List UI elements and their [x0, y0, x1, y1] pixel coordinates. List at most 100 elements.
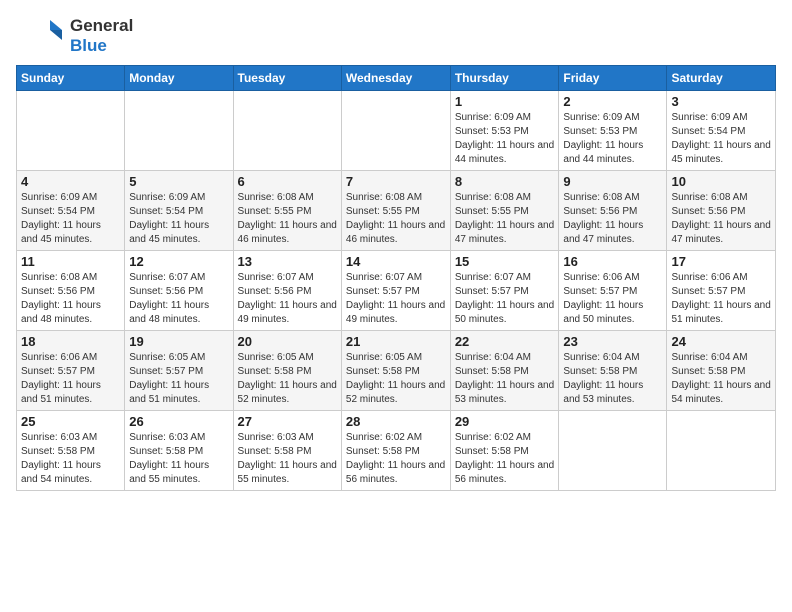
day-info: Sunrise: 6:08 AMSunset: 5:56 PMDaylight:… — [671, 191, 771, 247]
calendar-cell — [125, 90, 233, 170]
weekday-header-sunday: Sunday — [17, 65, 125, 90]
weekday-header-thursday: Thursday — [450, 65, 559, 90]
day-info: Sunrise: 6:02 AMSunset: 5:58 PMDaylight:… — [346, 431, 446, 487]
weekday-header-row: SundayMondayTuesdayWednesdayThursdayFrid… — [17, 65, 776, 90]
day-info: Sunrise: 6:05 AMSunset: 5:58 PMDaylight:… — [238, 351, 337, 407]
logo-svg — [16, 16, 66, 56]
page-header: GeneralBlue — [16, 16, 776, 57]
day-number: 17 — [671, 254, 771, 269]
weekday-header-monday: Monday — [125, 65, 233, 90]
day-number: 13 — [238, 254, 337, 269]
weekday-header-wednesday: Wednesday — [341, 65, 450, 90]
day-info: Sunrise: 6:03 AMSunset: 5:58 PMDaylight:… — [129, 431, 228, 487]
day-number: 22 — [455, 334, 555, 349]
calendar-header: SundayMondayTuesdayWednesdayThursdayFrid… — [17, 65, 776, 90]
day-number: 2 — [563, 94, 662, 109]
day-info: Sunrise: 6:08 AMSunset: 5:56 PMDaylight:… — [21, 271, 120, 327]
calendar-cell — [17, 90, 125, 170]
calendar-cell: 27 Sunrise: 6:03 AMSunset: 5:58 PMDayligh… — [233, 410, 341, 490]
calendar-cell — [667, 410, 776, 490]
day-info: Sunrise: 6:07 AMSunset: 5:56 PMDaylight:… — [238, 271, 337, 327]
calendar-cell: 4 Sunrise: 6:09 AMSunset: 5:54 PMDaylight… — [17, 170, 125, 250]
calendar-body: 1 Sunrise: 6:09 AMSunset: 5:53 PMDaylight… — [17, 90, 776, 490]
calendar-cell: 11 Sunrise: 6:08 AMSunset: 5:56 PMDayligh… — [17, 250, 125, 330]
day-number: 23 — [563, 334, 662, 349]
day-number: 27 — [238, 414, 337, 429]
calendar-cell: 1 Sunrise: 6:09 AMSunset: 5:53 PMDaylight… — [450, 90, 559, 170]
calendar-cell: 3 Sunrise: 6:09 AMSunset: 5:54 PMDaylight… — [667, 90, 776, 170]
weekday-header-friday: Friday — [559, 65, 667, 90]
day-info: Sunrise: 6:04 AMSunset: 5:58 PMDaylight:… — [563, 351, 662, 407]
day-info: Sunrise: 6:03 AMSunset: 5:58 PMDaylight:… — [21, 431, 120, 487]
day-number: 10 — [671, 174, 771, 189]
day-number: 7 — [346, 174, 446, 189]
calendar-cell: 15 Sunrise: 6:07 AMSunset: 5:57 PMDayligh… — [450, 250, 559, 330]
day-number: 19 — [129, 334, 228, 349]
day-number: 18 — [21, 334, 120, 349]
day-info: Sunrise: 6:04 AMSunset: 5:58 PMDaylight:… — [671, 351, 771, 407]
day-info: Sunrise: 6:09 AMSunset: 5:54 PMDaylight:… — [671, 111, 771, 167]
day-info: Sunrise: 6:07 AMSunset: 5:57 PMDaylight:… — [346, 271, 446, 327]
day-info: Sunrise: 6:07 AMSunset: 5:57 PMDaylight:… — [455, 271, 555, 327]
calendar-cell: 21 Sunrise: 6:05 AMSunset: 5:58 PMDayligh… — [341, 330, 450, 410]
calendar-cell: 24 Sunrise: 6:04 AMSunset: 5:58 PMDayligh… — [667, 330, 776, 410]
day-number: 4 — [21, 174, 120, 189]
day-number: 21 — [346, 334, 446, 349]
day-number: 11 — [21, 254, 120, 269]
logo-general-text: General — [70, 16, 133, 36]
calendar-week-5: 25 Sunrise: 6:03 AMSunset: 5:58 PMDayligh… — [17, 410, 776, 490]
calendar-cell: 26Sunrise: 6:03 AMSunset: 5:58 PMDayligh… — [125, 410, 233, 490]
day-number: 12 — [129, 254, 228, 269]
day-info: Sunrise: 6:06 AMSunset: 5:57 PMDaylight:… — [21, 351, 120, 407]
calendar-cell: 10 Sunrise: 6:08 AMSunset: 5:56 PMDayligh… — [667, 170, 776, 250]
day-number: 15 — [455, 254, 555, 269]
calendar-cell: 23 Sunrise: 6:04 AMSunset: 5:58 PMDayligh… — [559, 330, 667, 410]
day-info: Sunrise: 6:09 AMSunset: 5:53 PMDaylight:… — [455, 111, 555, 167]
calendar-week-4: 18 Sunrise: 6:06 AMSunset: 5:57 PMDayligh… — [17, 330, 776, 410]
day-number: 25 — [21, 414, 120, 429]
calendar-cell — [559, 410, 667, 490]
calendar-cell: 13 Sunrise: 6:07 AMSunset: 5:56 PMDayligh… — [233, 250, 341, 330]
weekday-header-tuesday: Tuesday — [233, 65, 341, 90]
calendar-cell — [341, 90, 450, 170]
day-info: Sunrise: 6:07 AMSunset: 5:56 PMDaylight:… — [129, 271, 228, 327]
day-info: Sunrise: 6:05 AMSunset: 5:58 PMDaylight:… — [346, 351, 446, 407]
calendar-cell: 19 Sunrise: 6:05 AMSunset: 5:57 PMDayligh… — [125, 330, 233, 410]
logo: GeneralBlue — [16, 16, 133, 57]
day-info: Sunrise: 6:08 AMSunset: 5:55 PMDaylight:… — [455, 191, 555, 247]
calendar-cell: 28 Sunrise: 6:02 AMSunset: 5:58 PMDayligh… — [341, 410, 450, 490]
calendar-week-2: 4 Sunrise: 6:09 AMSunset: 5:54 PMDaylight… — [17, 170, 776, 250]
calendar-cell: 2 Sunrise: 6:09 AMSunset: 5:53 PMDaylight… — [559, 90, 667, 170]
day-number: 14 — [346, 254, 446, 269]
day-info: Sunrise: 6:03 AMSunset: 5:58 PMDaylight:… — [238, 431, 337, 487]
day-number: 3 — [671, 94, 771, 109]
calendar-cell: 8 Sunrise: 6:08 AMSunset: 5:55 PMDaylight… — [450, 170, 559, 250]
calendar-week-1: 1 Sunrise: 6:09 AMSunset: 5:53 PMDaylight… — [17, 90, 776, 170]
day-info: Sunrise: 6:08 AMSunset: 5:56 PMDaylight:… — [563, 191, 662, 247]
calendar-cell: 14 Sunrise: 6:07 AMSunset: 5:57 PMDayligh… — [341, 250, 450, 330]
calendar-cell: 16 Sunrise: 6:06 AMSunset: 5:57 PMDayligh… — [559, 250, 667, 330]
day-info: Sunrise: 6:06 AMSunset: 5:57 PMDaylight:… — [563, 271, 662, 327]
day-info: Sunrise: 6:05 AMSunset: 5:57 PMDaylight:… — [129, 351, 228, 407]
day-info: Sunrise: 6:08 AMSunset: 5:55 PMDaylight:… — [238, 191, 337, 247]
day-number: 20 — [238, 334, 337, 349]
calendar-cell: 18 Sunrise: 6:06 AMSunset: 5:57 PMDayligh… — [17, 330, 125, 410]
calendar-cell: 12 Sunrise: 6:07 AMSunset: 5:56 PMDayligh… — [125, 250, 233, 330]
day-info: Sunrise: 6:04 AMSunset: 5:58 PMDaylight:… — [455, 351, 555, 407]
day-info: Sunrise: 6:09 AMSunset: 5:54 PMDaylight:… — [129, 191, 228, 247]
day-number: 16 — [563, 254, 662, 269]
day-number: 9 — [563, 174, 662, 189]
day-number: 8 — [455, 174, 555, 189]
day-number: 24 — [671, 334, 771, 349]
day-info: Sunrise: 6:02 AMSunset: 5:58 PMDaylight:… — [455, 431, 555, 487]
day-number: 28 — [346, 414, 446, 429]
calendar-cell: 25 Sunrise: 6:03 AMSunset: 5:58 PMDayligh… — [17, 410, 125, 490]
calendar-cell: 22 Sunrise: 6:04 AMSunset: 5:58 PMDayligh… — [450, 330, 559, 410]
day-info: Sunrise: 6:08 AMSunset: 5:55 PMDaylight:… — [346, 191, 446, 247]
day-info: Sunrise: 6:09 AMSunset: 5:54 PMDaylight:… — [21, 191, 120, 247]
day-number: 1 — [455, 94, 555, 109]
day-number: 29 — [455, 414, 555, 429]
day-info: Sunrise: 6:09 AMSunset: 5:53 PMDaylight:… — [563, 111, 662, 167]
calendar-week-3: 11 Sunrise: 6:08 AMSunset: 5:56 PMDayligh… — [17, 250, 776, 330]
calendar-cell: 5Sunrise: 6:09 AMSunset: 5:54 PMDaylight… — [125, 170, 233, 250]
